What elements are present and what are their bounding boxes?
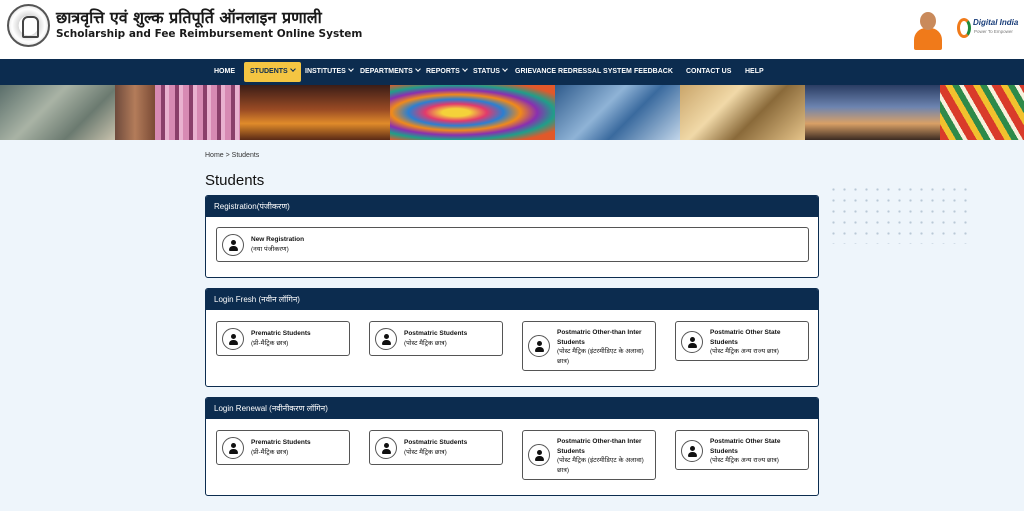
panel-title: Registration(पंजीकरण) [214,202,290,211]
user-icon [681,331,703,353]
site-title-english: Scholarship and Fee Reimbursement Online… [56,28,363,40]
main-nav: HOME STUDENTS INSTITUTES DEPARTMENTS REP… [0,59,1024,85]
user-icon [528,335,550,357]
user-icon [222,437,244,459]
nav-institutes[interactable]: INSTITUTES [305,59,354,85]
chevron-down-icon [462,66,468,72]
nav-help[interactable]: HELP [745,59,764,85]
digital-india-icon [957,18,971,38]
digital-india-text: Digital India [973,18,1019,27]
card-label: Postmatric Other-than Inter Students (पो… [557,329,644,365]
chevron-down-icon [289,66,296,72]
breadcrumb[interactable]: Home > Students [205,152,259,159]
nav-status[interactable]: STATUS [473,59,508,85]
nav-grievance-redressal[interactable]: GRIEVANCE REDRESSAL SYSTEM [515,59,632,85]
card-label: Prematric Students (प्री-मैट्रिक छात्र) [251,330,311,347]
card-label: Postmatric Students (पोस्ट मैट्रिक छात्र… [404,330,468,347]
new-registration-card[interactable]: New Registration (नया पंजीकरण) [216,227,809,262]
user-icon [375,328,397,350]
panel-header: Login Fresh (नवीन लॉगिन) [206,289,818,310]
decorative-dot-grid [828,184,968,244]
nav-home[interactable]: HOME [214,59,235,85]
panel-title: Login Renewal (नवीनीकरण लॉगिन) [214,404,328,413]
nav-departments[interactable]: DEPARTMENTS [360,59,421,85]
nav-feedback[interactable]: FEEDBACK [634,59,673,85]
panel-header: Login Renewal (नवीनीकरण लॉगिन) [206,398,818,419]
prematric-students-card[interactable]: Prematric Students (प्री-मैट्रिक छात्र) [216,321,350,356]
registration-panel: Registration(पंजीकरण) New Registration (… [205,195,819,278]
panel-title: Login Fresh (नवीन लॉगिन) [214,295,300,304]
user-icon [375,437,397,459]
nav-contact-us[interactable]: CONTACT US [686,59,731,85]
card-label: Postmatric Students (पोस्ट मैट्रिक छात्र… [404,439,468,456]
user-icon [222,234,244,256]
postmatric-students-card[interactable]: Postmatric Students (पोस्ट मैट्रिक छात्र… [369,321,503,356]
chevron-down-icon [502,66,508,72]
site-title-hindi: छात्रवृत्ति एवं शुल्क प्रतिपूर्ति ऑनलाइन… [56,8,322,27]
card-label: Postmatric Other-than Inter Students (पो… [557,438,644,474]
user-icon [528,444,550,466]
page-title: Students [205,172,265,189]
login-fresh-panel: Login Fresh (नवीन लॉगिन) Prematric Stude… [205,288,819,387]
card-label: Postmatric Other State Students (पोस्ट म… [710,329,781,355]
chief-minister-photo [913,8,943,50]
card-label: New Registration (नया पंजीकरण) [251,236,305,253]
card-label: Postmatric Other State Students (पोस्ट म… [710,438,781,464]
chevron-down-icon [348,66,354,72]
up-government-emblem-icon[interactable] [7,4,50,47]
postmatric-other-state-card[interactable]: Postmatric Other State Students (पोस्ट म… [675,321,809,361]
nav-students[interactable]: STUDENTS [244,62,301,82]
culture-banner-image [0,85,1024,140]
prematric-students-card[interactable]: Prematric Students (प्री-मैट्रिक छात्र) [216,430,350,465]
postmatric-other-than-inter-card[interactable]: Postmatric Other-than Inter Students (पो… [522,321,656,371]
chevron-down-icon [414,66,421,72]
postmatric-other-than-inter-card[interactable]: Postmatric Other-than Inter Students (पो… [522,430,656,480]
login-renewal-panel: Login Renewal (नवीनीकरण लॉगिन) Prematric… [205,397,819,496]
user-icon [222,328,244,350]
panel-header: Registration(पंजीकरण) [206,196,818,217]
site-header: छात्रवृत्ति एवं शुल्क प्रतिपूर्ति ऑनलाइन… [0,0,1024,59]
card-label: Prematric Students (प्री-मैट्रिक छात्र) [251,439,311,456]
nav-reports[interactable]: REPORTS [426,59,468,85]
digital-india-tagline: Power To Empower [974,29,1013,34]
postmatric-students-card[interactable]: Postmatric Students (पोस्ट मैट्रिक छात्र… [369,430,503,465]
digital-india-logo: Digital India Power To Empower [955,17,1023,39]
postmatric-other-state-card[interactable]: Postmatric Other State Students (पोस्ट म… [675,430,809,470]
user-icon [681,440,703,462]
